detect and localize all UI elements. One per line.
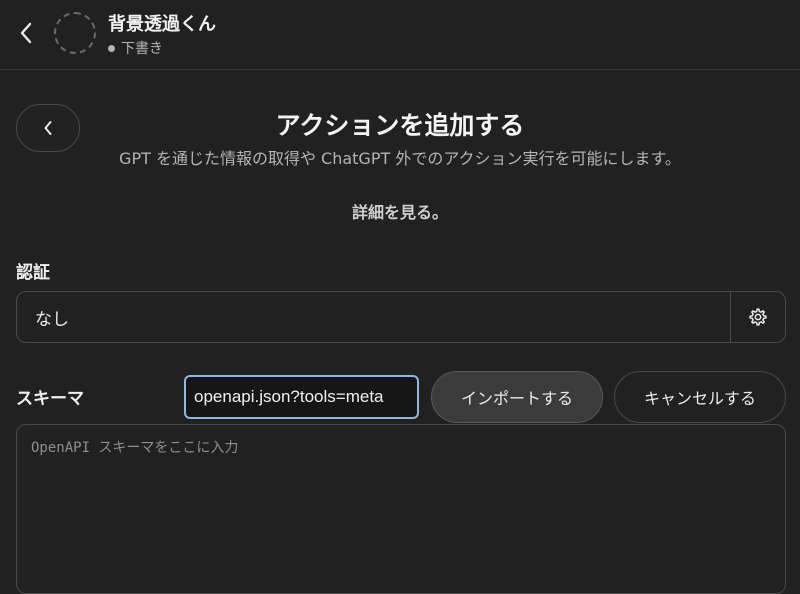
page-title: アクションを追加する: [275, 111, 525, 140]
back-button[interactable]: [14, 18, 38, 48]
gpt-name: 背景透過くん: [108, 14, 216, 35]
gpt-avatar-placeholder[interactable]: [54, 12, 96, 54]
status-label: 下書き: [121, 41, 163, 57]
auth-settings-button[interactable]: [730, 292, 785, 342]
auth-value[interactable]: なし: [17, 292, 730, 342]
learn-more-link[interactable]: 詳細を見る。: [0, 199, 800, 223]
import-button[interactable]: インポートする: [431, 371, 603, 423]
auth-label: 認証: [16, 263, 50, 283]
schema-editor[interactable]: [16, 424, 786, 594]
gpt-status: 下書き: [108, 38, 163, 58]
chevron-left-icon: [20, 22, 32, 44]
top-bar: 背景透過くん 下書き: [0, 0, 800, 70]
status-dot-icon: [108, 44, 115, 52]
schema-url-input[interactable]: [184, 375, 419, 419]
auth-field[interactable]: なし: [16, 291, 786, 343]
gear-icon: [749, 308, 767, 326]
page-description: GPT を通じた情報の取得や ChatGPT 外でのアクション実行を可能にします…: [119, 149, 681, 168]
schema-label: スキーマ: [16, 389, 84, 409]
cancel-button[interactable]: キャンセルする: [614, 371, 786, 423]
